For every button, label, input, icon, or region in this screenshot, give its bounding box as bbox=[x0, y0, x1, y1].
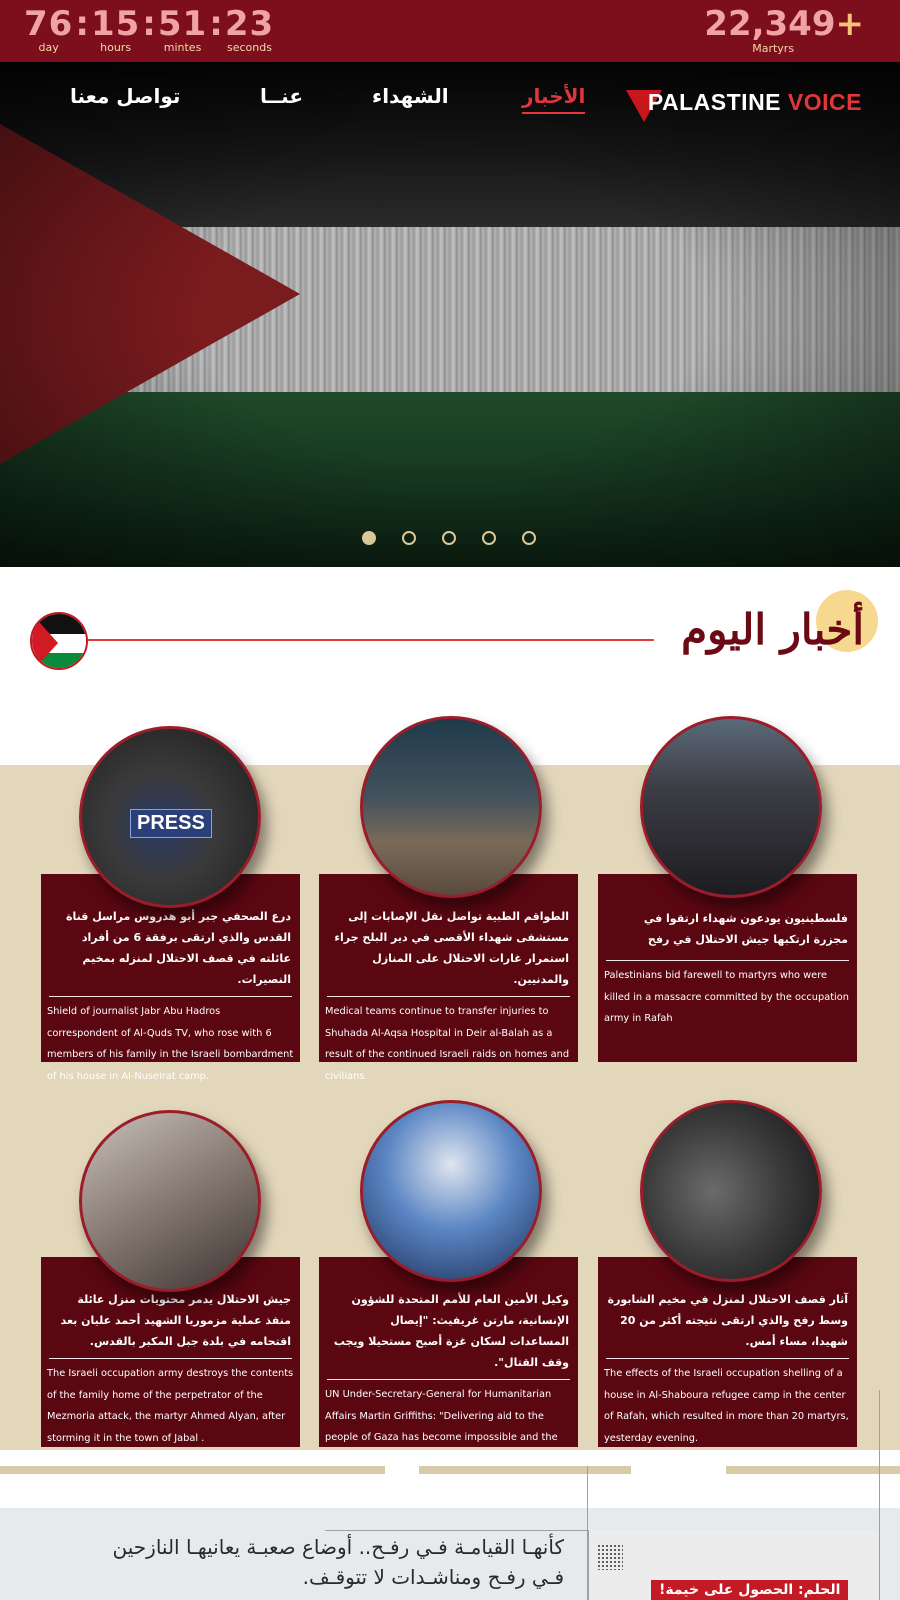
news-summary-en: Medical teams continue to transfer injur… bbox=[325, 1006, 570, 1082]
frame-line bbox=[587, 1466, 588, 1600]
nav-about[interactable]: عنــا bbox=[260, 84, 303, 108]
counter-bar: 76 day : 15 hours : 51 mintes : 23 secon… bbox=[0, 0, 900, 62]
news-image-un-official[interactable] bbox=[360, 1100, 542, 1282]
timer-separator: : bbox=[209, 4, 223, 44]
news-title-ar: فلسطينيون يودعون شهداء ارتقوا في مجزرة ا… bbox=[643, 912, 848, 946]
nav-martyrs[interactable]: الشهداء bbox=[372, 84, 449, 108]
timer-seconds: 23 seconds bbox=[225, 6, 274, 54]
news-summary-en: Shield of journalist Jabr Abu Hadros cor… bbox=[47, 1006, 294, 1082]
logo-text: PALASTINE VOICE bbox=[648, 89, 862, 116]
news-summary-en: The Israeli occupation army destroys the… bbox=[47, 1368, 294, 1444]
timer-days: 76 day bbox=[24, 6, 73, 54]
card-divider bbox=[49, 996, 292, 997]
martyrs-count: 22,349+ bbox=[704, 6, 864, 42]
hero-slider bbox=[0, 62, 900, 567]
featured-headline[interactable]: كأنهـا القيامـة فـي رفـح.. أوضاع صعبـة ي… bbox=[84, 1532, 564, 1592]
martyrs-counter: 22,349+ Martyrs bbox=[704, 6, 864, 55]
news-summary-en: Palestinians bid farewell to martyrs who… bbox=[604, 970, 849, 1024]
divider-bar bbox=[0, 1466, 385, 1474]
news-image-hospital[interactable] bbox=[360, 716, 542, 898]
martyrs-plus: + bbox=[835, 4, 865, 44]
title-divider bbox=[84, 639, 654, 641]
news-title-ar: جيش الاحتلال يدمر محتويات منزل عائلة منف… bbox=[60, 1293, 291, 1348]
news-card[interactable]: فلسطينيون يودعون شهداء ارتقوا في مجزرة ا… bbox=[598, 874, 857, 1062]
page: 76 day : 15 hours : 51 mintes : 23 secon… bbox=[0, 0, 900, 1600]
martyrs-count-value: 22,349 bbox=[704, 4, 836, 44]
timer-hours: 15 hours bbox=[91, 6, 140, 54]
news-image-mourners[interactable] bbox=[640, 716, 822, 898]
nav-news[interactable]: الأخبار bbox=[522, 84, 586, 114]
timer-minutes: 51 mintes bbox=[158, 6, 207, 54]
hours-label: hours bbox=[100, 41, 132, 54]
hero-vignette bbox=[0, 62, 900, 567]
divider-strip bbox=[0, 1450, 900, 1510]
news-image-press-vest[interactable]: PRESS bbox=[79, 726, 261, 908]
featured-divider bbox=[325, 1530, 587, 1531]
logo-palestine: PALASTINE bbox=[647, 88, 782, 115]
days-value: 76 bbox=[24, 4, 74, 44]
slider-dot[interactable] bbox=[402, 531, 416, 545]
divider-bar bbox=[726, 1466, 900, 1474]
news-title-ar: الطواقم الطبية تواصل نقل الإصابات إلى مس… bbox=[334, 910, 569, 986]
slider-dot[interactable] bbox=[482, 531, 496, 545]
timer-separator: : bbox=[75, 4, 89, 44]
slider-dot[interactable] bbox=[442, 531, 456, 545]
news-card[interactable]: آثار قصف الاحتلال لمنزل في مخيم الشابورة… bbox=[598, 1257, 857, 1447]
news-image-rubble[interactable] bbox=[640, 1100, 822, 1282]
press-label: PRESS bbox=[130, 809, 212, 838]
seconds-value: 23 bbox=[224, 4, 275, 44]
dot-pattern-icon bbox=[597, 1544, 623, 1570]
news-title-ar: آثار قصف الاحتلال لمنزل في مخيم الشابورة… bbox=[607, 1293, 848, 1348]
slider-dot[interactable] bbox=[522, 531, 536, 545]
news-card[interactable]: وكيل الأمين العام للأمم المتحدة للشؤون ا… bbox=[319, 1257, 578, 1465]
seconds-label: seconds bbox=[226, 41, 272, 54]
news-title-ar: وكيل الأمين العام للأمم المتحدة للشؤون ا… bbox=[333, 1293, 569, 1369]
minutes-value: 51 bbox=[157, 4, 208, 44]
card-divider bbox=[606, 1358, 849, 1359]
news-title-ar: درع الصحفي جبر أبو هدروس مراسل قناة القد… bbox=[66, 910, 291, 986]
card-divider bbox=[327, 996, 570, 997]
palestine-flag-icon bbox=[30, 612, 88, 670]
badge-triangle-red bbox=[32, 614, 58, 668]
news-card[interactable]: الطواقم الطبية تواصل نقل الإصابات إلى مس… bbox=[319, 874, 578, 1082]
card-divider bbox=[327, 1379, 570, 1380]
slider-dot[interactable] bbox=[362, 531, 376, 545]
minutes-label: mintes bbox=[163, 41, 202, 54]
days-label: day bbox=[38, 41, 59, 54]
featured-image-tag: الحلم: الحصول على خيمة! bbox=[651, 1580, 849, 1600]
nav-contact[interactable]: تواصل معنا bbox=[70, 84, 180, 108]
site-logo[interactable]: PALASTINE VOICE bbox=[625, 82, 862, 122]
news-summary-en: The effects of the Israeli occupation sh… bbox=[604, 1368, 849, 1444]
divider-bar bbox=[419, 1466, 631, 1474]
logo-voice: VOICE bbox=[787, 88, 862, 115]
featured-image[interactable]: الحلم: الحصول على خيمة! bbox=[588, 1530, 878, 1600]
card-divider bbox=[606, 960, 849, 961]
slider-dots bbox=[362, 531, 536, 545]
timer-separator: : bbox=[142, 4, 156, 44]
hours-value: 15 bbox=[90, 4, 141, 44]
countdown-timer: 76 day : 15 hours : 51 mintes : 23 secon… bbox=[24, 6, 274, 54]
frame-line bbox=[879, 1390, 880, 1600]
card-divider bbox=[49, 1358, 292, 1359]
news-image-destroyed-home[interactable] bbox=[79, 1110, 261, 1292]
section-title: أخبار اليوم bbox=[681, 605, 864, 654]
